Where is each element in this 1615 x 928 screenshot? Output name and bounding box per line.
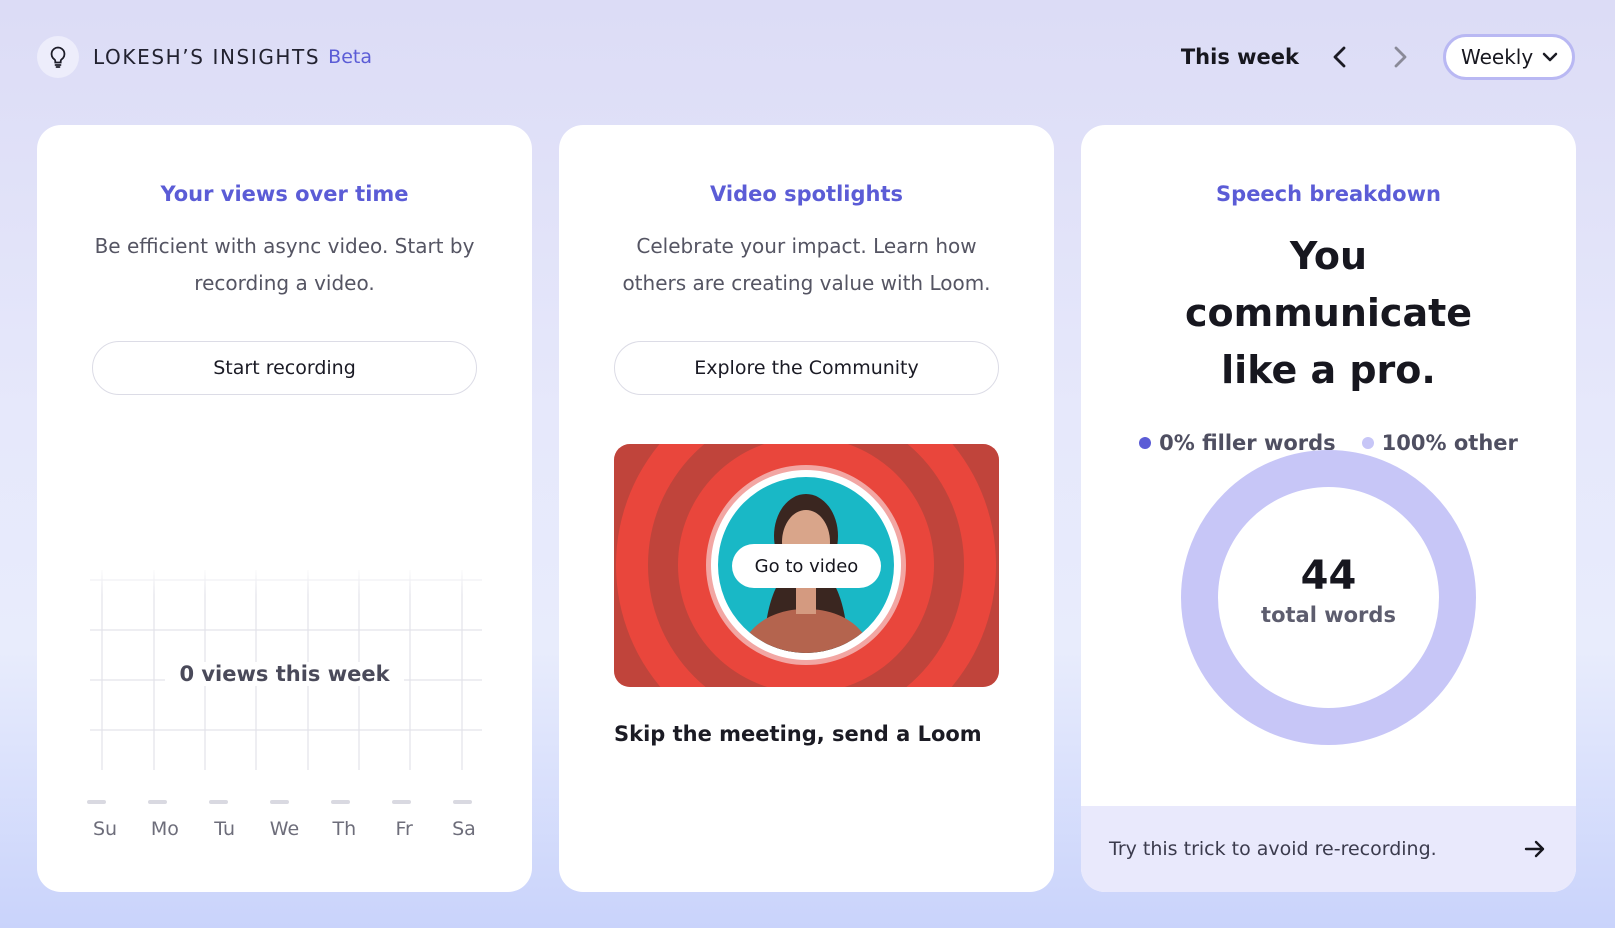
bar-su xyxy=(87,800,106,804)
range-select-value: Weekly xyxy=(1461,45,1534,69)
day-label: Su xyxy=(92,818,118,840)
views-chart-grid xyxy=(82,565,487,804)
views-card: Your views over time Be efficient with a… xyxy=(37,125,532,892)
go-to-video-button[interactable]: Go to video xyxy=(732,544,881,588)
spotlight-card-description: Celebrate your impact. Learn how others … xyxy=(622,234,991,295)
bar-tu xyxy=(209,800,228,804)
day-label: Sa xyxy=(452,818,476,840)
total-words-count: 44 xyxy=(1300,553,1357,599)
speech-card-title: Speech breakdown xyxy=(1216,182,1441,206)
speech-card: Speech breakdown You communicate like a … xyxy=(1081,125,1576,892)
bar-we xyxy=(270,800,289,804)
views-count-label: 0 views this week xyxy=(82,662,487,686)
explore-community-button[interactable]: Explore the Community xyxy=(614,341,999,395)
chevron-down-icon xyxy=(1542,52,1558,62)
views-card-description: Be efficient with async video. Start by … xyxy=(94,234,475,295)
chevron-right-icon xyxy=(1394,46,1407,68)
speech-headline: You communicate like a pro. xyxy=(1184,234,1473,392)
views-chart: 0 views this week Su Mo Tu We Th Fr Sa xyxy=(82,425,487,845)
start-recording-button[interactable]: Start recording xyxy=(92,341,477,395)
period-controls: This week Weekly xyxy=(1181,34,1575,80)
day-label: Mo xyxy=(150,818,179,840)
page-title: LOKESH’S INSIGHTS xyxy=(93,45,321,69)
brand: LOKESH’S INSIGHTS Beta xyxy=(37,36,372,78)
top-bar: LOKESH’S INSIGHTS Beta This week Weekly xyxy=(37,34,1575,80)
video-thumbnail[interactable]: Go to video xyxy=(614,444,999,687)
legend-dot-filler xyxy=(1139,437,1152,449)
previous-period-button[interactable] xyxy=(1323,40,1357,74)
legend-dot-other xyxy=(1361,437,1374,449)
day-label: We xyxy=(269,818,300,840)
total-words-label: total words xyxy=(1261,603,1396,627)
lightbulb-icon xyxy=(37,36,79,78)
period-label: This week xyxy=(1180,45,1299,69)
weekday-labels: Su Mo Tu We Th Fr Sa xyxy=(82,818,487,840)
views-card-title: Your views over time xyxy=(160,182,409,206)
tip-text: Try this trick to avoid re-recording. xyxy=(1109,838,1437,860)
spotlight-card: Video spotlights Celebrate your impact. … xyxy=(559,125,1054,892)
beta-badge: Beta xyxy=(328,46,372,68)
day-label: Tu xyxy=(214,818,236,840)
day-label: Fr xyxy=(395,818,413,840)
day-label: Th xyxy=(332,818,357,840)
bar-sa xyxy=(453,800,472,804)
video-caption: Skip the meeting, send a Loom xyxy=(614,722,982,746)
range-select[interactable]: Weekly xyxy=(1443,34,1575,80)
chevron-left-icon xyxy=(1333,46,1346,68)
next-period-button[interactable] xyxy=(1383,40,1417,74)
bar-mo xyxy=(148,800,167,804)
arrow-right-icon xyxy=(1524,840,1545,858)
spotlight-card-title: Video spotlights xyxy=(709,182,903,206)
bar-fr xyxy=(392,800,411,804)
bar-th xyxy=(331,800,350,804)
speech-donut-chart: 44 total words xyxy=(1181,450,1476,745)
tip-link[interactable]: Try this trick to avoid re-recording. xyxy=(1081,806,1576,892)
donut-center: 44 total words xyxy=(1181,553,1476,627)
